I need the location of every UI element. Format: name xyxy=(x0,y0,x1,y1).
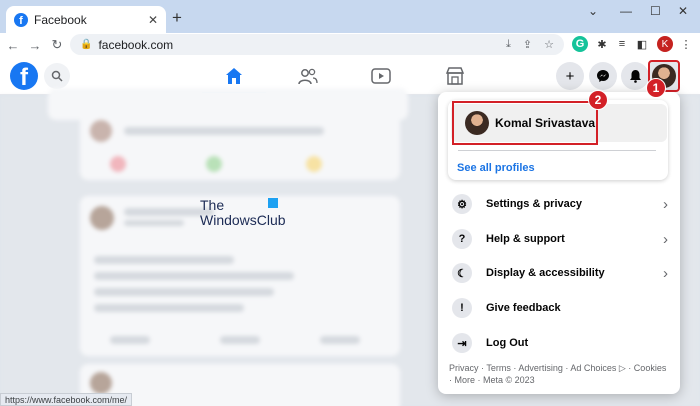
menu-item-label: Log Out xyxy=(486,337,529,349)
back-arrow-icon[interactable]: ← xyxy=(2,38,24,53)
browser-tab[interactable]: f Facebook ✕ xyxy=(6,6,166,33)
tab-search-icon[interactable]: ⌄ xyxy=(588,4,598,18)
chrome-menu-icon[interactable]: ⋮ xyxy=(678,36,694,52)
menu-item-settings-privacy[interactable]: ⚙ Settings & privacy › xyxy=(446,188,672,220)
menu-footer-links[interactable]: Privacy · Terms · Advertising · Ad Choic… xyxy=(449,362,669,386)
notifications-bell-icon[interactable] xyxy=(621,62,649,90)
step-badge-2: 2 xyxy=(588,90,608,110)
tab-title: Facebook xyxy=(34,12,87,27)
menu-item-log-out[interactable]: ⇥ Log Out xyxy=(446,327,672,359)
url-text: facebook.com xyxy=(98,37,174,52)
extensions-puzzle-icon[interactable]: ✱ xyxy=(594,36,610,52)
install-app-icon[interactable]: ⤓ xyxy=(506,38,511,51)
watermark-line2: WindowsClub xyxy=(200,212,286,228)
grammarly-extension-icon[interactable]: G xyxy=(572,36,588,52)
feedback-icon: ! xyxy=(452,298,472,318)
menu-item-help-support[interactable]: ? Help & support › xyxy=(446,223,672,255)
facebook-logo-icon[interactable]: f xyxy=(10,62,38,90)
browser-tab-strip: f Facebook ✕ + ⌄ — ☐ ✕ xyxy=(0,0,700,33)
menu-item-display-accessibility[interactable]: ☾ Display & accessibility › xyxy=(446,257,672,289)
share-icon[interactable]: ⇪ xyxy=(523,38,532,51)
marketplace-icon[interactable] xyxy=(443,65,467,87)
close-tab-icon[interactable]: ✕ xyxy=(148,13,158,27)
menu-item-label: Settings & privacy xyxy=(486,198,582,210)
menu-item-label: Help & support xyxy=(486,233,565,245)
gear-icon: ⚙ xyxy=(452,194,472,214)
status-bar-url: https://www.facebook.com/me/ xyxy=(0,393,133,406)
watch-video-icon[interactable] xyxy=(369,65,393,87)
forward-arrow-icon[interactable]: → xyxy=(24,38,46,53)
browser-toolbar: ← → ↻ 🔒 facebook.com ⤓ ⇪ ☆ G ✱ ≡ ◧ K ⋮ xyxy=(0,33,700,57)
logout-icon: ⇥ xyxy=(452,333,472,353)
profile-highlight-box xyxy=(452,101,598,145)
profile-avatar-icon[interactable]: K xyxy=(657,36,673,52)
step-badge-1: 1 xyxy=(646,78,666,98)
lock-icon[interactable]: 🔒 xyxy=(80,39,92,50)
menu-item-give-feedback[interactable]: ! Give feedback xyxy=(446,292,672,324)
reload-icon[interactable]: ↻ xyxy=(46,37,68,53)
create-plus-button[interactable]: + xyxy=(556,62,584,90)
moon-icon: ☾ xyxy=(452,263,472,283)
close-window-button[interactable]: ✕ xyxy=(678,4,688,18)
chevron-right-icon: › xyxy=(663,264,668,282)
composer-card xyxy=(80,110,400,180)
new-tab-button[interactable]: + xyxy=(172,8,182,28)
divider xyxy=(458,150,656,151)
bookmark-star-icon[interactable]: ☆ xyxy=(544,38,554,51)
chevron-right-icon: › xyxy=(663,230,668,248)
question-icon: ? xyxy=(452,229,472,249)
maximize-button[interactable]: ☐ xyxy=(650,4,661,18)
address-bar[interactable]: 🔒 facebook.com ⤓ ⇪ ☆ xyxy=(70,34,564,55)
friends-icon[interactable] xyxy=(296,65,320,87)
reading-list-icon[interactable]: ≡ xyxy=(614,36,630,52)
see-all-profiles-link[interactable]: See all profiles xyxy=(457,162,535,174)
menu-item-label: Display & accessibility xyxy=(486,267,605,279)
search-icon[interactable] xyxy=(44,63,70,89)
facebook-favicon-icon: f xyxy=(14,12,28,27)
minimize-button[interactable]: — xyxy=(620,4,632,18)
menu-item-label: Give feedback xyxy=(486,302,561,314)
windows-logo-icon xyxy=(268,198,278,208)
watermark: The WindowsClub xyxy=(200,198,286,228)
side-panel-icon[interactable]: ◧ xyxy=(634,36,650,52)
messenger-icon[interactable] xyxy=(589,62,617,90)
chevron-right-icon: › xyxy=(663,195,668,213)
home-icon[interactable] xyxy=(202,65,266,95)
